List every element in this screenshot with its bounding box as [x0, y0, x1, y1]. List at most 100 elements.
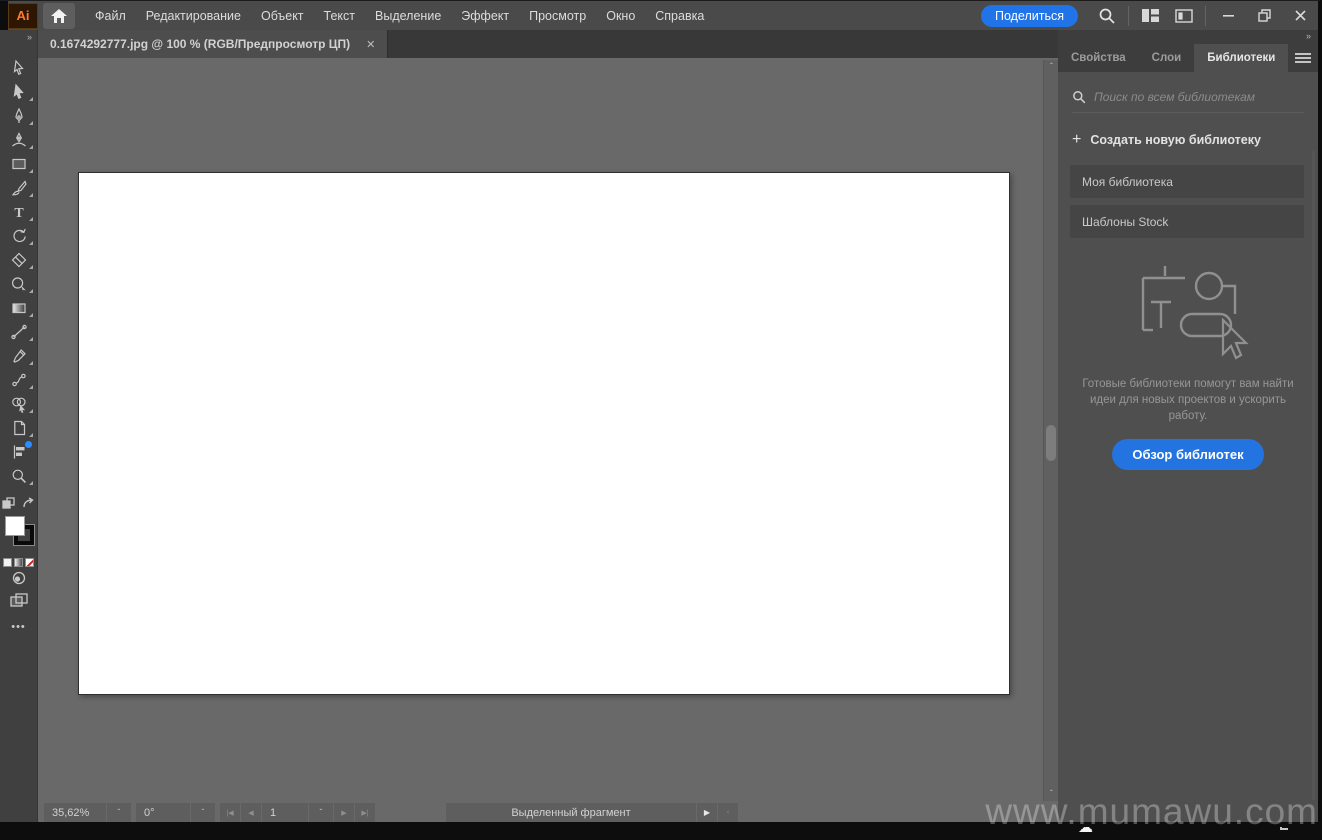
direct-selection-tool[interactable] [0, 80, 38, 104]
search-button[interactable] [1090, 1, 1124, 31]
arrange-documents-button[interactable] [1133, 1, 1167, 31]
library-item-my-library[interactable]: Моя библиотека [1070, 165, 1304, 198]
plus-icon: + [1072, 131, 1082, 148]
next-artboard-icon[interactable]: ▶ [334, 803, 354, 822]
artboard-number-field[interactable]: 1 [262, 803, 308, 822]
fill-color-swatch[interactable] [5, 516, 25, 536]
menu-item-file[interactable]: Файл [85, 1, 136, 31]
tab-layers[interactable]: Слои [1139, 44, 1195, 72]
panel-tabs: Свойства Слои Библиотеки [1058, 44, 1289, 72]
status-play-icon[interactable]: ▶ [697, 803, 717, 822]
library-search[interactable] [1072, 90, 1304, 113]
none-swatch-button[interactable] [25, 558, 34, 567]
zoom-level-field[interactable]: 35,62% [44, 803, 106, 822]
create-new-library-label: Создать новую библиотеку [1090, 133, 1261, 147]
fill-stroke-control[interactable] [0, 516, 38, 552]
drawing-mode-button[interactable] [0, 567, 38, 589]
drawing-mode-icon [12, 571, 26, 585]
previous-artboard-icon[interactable]: ◀ [241, 803, 261, 822]
rectangle-tool[interactable] [0, 152, 38, 176]
type-tool[interactable]: T [0, 200, 38, 224]
libraries-empty-text: Готовые библиотеки помогут вам найти иде… [1082, 378, 1294, 422]
restore-icon [1257, 9, 1271, 22]
pen-tool[interactable] [0, 104, 38, 128]
minimize-button[interactable] [1210, 1, 1246, 31]
panel-menu-button[interactable] [1288, 44, 1318, 72]
menu-item-window[interactable]: Окно [596, 1, 645, 31]
gradient-swatch-button[interactable] [14, 558, 23, 567]
selection-tool[interactable] [0, 56, 38, 80]
library-search-input[interactable] [1094, 90, 1294, 104]
menu-item-type[interactable]: Текст [314, 1, 365, 31]
paint-mode-row [0, 558, 37, 567]
workspace-switcher-button[interactable] [1167, 1, 1201, 31]
artboard-tool[interactable] [0, 416, 38, 440]
menu-bar: Файл Редактирование Объект Текст Выделение Эф… [85, 1, 714, 30]
status-back-icon[interactable]: ‹ [718, 803, 738, 822]
last-artboard-icon[interactable]: ▶| [355, 803, 375, 822]
artboard-dropdown-icon[interactable]: ˇ [309, 803, 333, 822]
status-mode-label: Выделенный фрагмент [446, 803, 696, 822]
curvature-tool[interactable] [0, 128, 38, 152]
new-tool-badge [25, 441, 32, 448]
expand-toolbar-icon[interactable]: » [0, 30, 37, 42]
close-window-button[interactable] [1282, 1, 1318, 31]
create-new-library-button[interactable]: + Создать новую библиотеку [1072, 131, 1304, 149]
window-edge [0, 0, 8, 31]
scroll-up-icon[interactable]: ˆ [1044, 60, 1058, 74]
zoom-dropdown-icon[interactable]: ˇ [107, 803, 131, 822]
rotation-dropdown-icon[interactable]: ˇ [191, 803, 215, 822]
eyedropper-tool[interactable] [0, 344, 38, 368]
panel-scrollbar[interactable] [1312, 150, 1315, 800]
menu-item-help[interactable]: Справка [645, 1, 714, 31]
tools-list: T [0, 56, 37, 488]
search-icon [1099, 8, 1115, 24]
swap-mini-icon[interactable] [2, 496, 16, 510]
width-tool[interactable] [0, 320, 38, 344]
blend-tool[interactable] [0, 368, 38, 392]
collapse-panels-icon[interactable]: » [1058, 30, 1318, 44]
menu-item-select[interactable]: Выделение [365, 1, 451, 31]
menu-item-object[interactable]: Объект [251, 1, 314, 31]
shape-builder-tool[interactable] [0, 392, 38, 416]
restore-button[interactable] [1246, 1, 1282, 31]
window-bottom-edge [0, 822, 1322, 827]
workspace-icon [1175, 8, 1193, 23]
menu-item-view[interactable]: Просмотр [519, 1, 596, 31]
color-swatch-button[interactable] [3, 558, 12, 567]
eraser-tool[interactable] [0, 248, 38, 272]
menu-item-effect[interactable]: Эффект [451, 1, 519, 31]
zoom-tool[interactable] [0, 464, 38, 488]
document-tab-bar: 0.1674292777.jpg @ 100 % (RGB/Предпросмо… [38, 30, 1058, 58]
share-button[interactable]: Поделиться [980, 4, 1078, 27]
cloud-sync-icon[interactable]: ☁ [1078, 818, 1093, 836]
svg-text:T: T [14, 206, 24, 221]
browse-libraries-button[interactable]: Обзор библиотек [1112, 439, 1264, 470]
edit-toolbar-button[interactable]: ••• [0, 621, 37, 633]
artboard[interactable] [78, 172, 1010, 695]
search-icon [1073, 91, 1086, 104]
vertical-scrollbar[interactable]: ˆ ˇ [1043, 60, 1058, 801]
paintbrush-tool[interactable] [0, 176, 38, 200]
menu-item-edit[interactable]: Редактирование [136, 1, 251, 31]
swap-fill-stroke-icon[interactable] [22, 496, 35, 510]
rotate-tool[interactable] [0, 224, 38, 248]
illustrator-app-icon[interactable]: Ai [8, 2, 38, 29]
scrollbar-thumb[interactable] [1046, 425, 1056, 461]
scroll-down-icon[interactable]: ˇ [1044, 787, 1058, 801]
divider [1205, 5, 1206, 26]
graph-tool[interactable] [0, 440, 38, 464]
tab-properties[interactable]: Свойства [1058, 44, 1139, 72]
scale-tool[interactable] [0, 272, 38, 296]
home-button[interactable] [43, 2, 75, 29]
first-artboard-icon[interactable]: |◀ [220, 803, 240, 822]
close-tab-icon[interactable]: ✕ [366, 38, 375, 51]
screen-mode-button[interactable] [0, 589, 38, 611]
rotation-field[interactable]: 0° [136, 803, 190, 822]
library-item-stock-templates[interactable]: Шаблоны Stock [1070, 205, 1304, 238]
document-tab[interactable]: 0.1674292777.jpg @ 100 % (RGB/Предпросмо… [38, 30, 389, 58]
tab-libraries[interactable]: Библиотеки [1194, 44, 1289, 72]
home-icon [51, 8, 67, 23]
canvas-area[interactable]: ˆ ˇ [38, 58, 1058, 803]
gradient-tool[interactable] [0, 296, 38, 320]
